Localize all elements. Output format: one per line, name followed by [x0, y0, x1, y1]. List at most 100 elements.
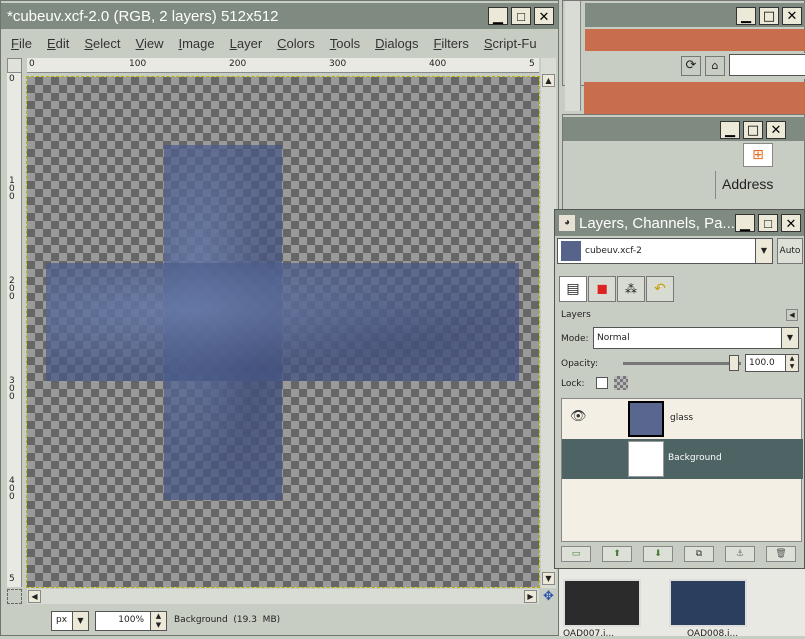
image-canvas[interactable]	[26, 76, 540, 588]
minimize-button[interactable]: ▁	[720, 121, 740, 139]
close-button[interactable]: ✕	[766, 121, 786, 139]
windows-logo-icon: ⊞	[743, 143, 773, 167]
raise-layer-button[interactable]: ⬆	[602, 546, 632, 562]
menu-select[interactable]: Select	[84, 36, 120, 51]
image-window: *cubeuv.xcf-2.0 (RGB, 2 layers) 512x512 …	[0, 0, 559, 636]
maximize-button[interactable]: □	[511, 7, 531, 25]
layer-row-background[interactable]: Background	[562, 439, 803, 479]
tab-channels[interactable]: ◼	[588, 276, 616, 302]
vertical-ruler[interactable]: 0 1 0 0 2 0 0 3 0 0 4 0 0 5	[7, 73, 22, 587]
background-window-2-titlebar: ▁ □ ✕	[563, 117, 805, 141]
ruler-h-label: 5	[529, 59, 535, 69]
layers-section-label: Layers	[561, 310, 591, 320]
close-button[interactable]: ✕	[534, 7, 554, 25]
ruler-h-label: 200	[229, 59, 247, 69]
minimize-button[interactable]: ▁	[736, 7, 756, 25]
new-layer-button[interactable]: ▭	[561, 546, 591, 562]
layers-dialog-titlebar: ◕ Layers, Channels, Pa... ▁ □ ✕	[555, 210, 804, 236]
background-window-1: ▁ □ ✕ ⟳ ⌂	[562, 0, 805, 111]
menu-filters[interactable]: Filters	[433, 36, 468, 51]
opacity-value: 100.0	[749, 358, 775, 368]
thumbnail-1-label: OAD007.i...	[563, 629, 615, 639]
chevron-down-icon: ▼	[72, 612, 88, 630]
unit-select[interactable]: px ▼	[51, 611, 89, 631]
close-button[interactable]: ✕	[781, 214, 801, 232]
zoom-field[interactable]: 100% ▲ ▼	[95, 611, 167, 631]
opacity-spin-button[interactable]: ▲ ▼	[785, 355, 798, 371]
background-window-1-scrollbar[interactable]	[565, 1, 581, 111]
address-input[interactable]	[729, 54, 805, 76]
ruler-v-label: 3 0 0	[9, 376, 15, 402]
menu-script-fu[interactable]: Script-Fu	[484, 36, 537, 51]
minimize-button[interactable]: ▁	[488, 7, 508, 25]
lock-alpha-checkbox[interactable]	[596, 377, 608, 389]
background-window-1-content	[585, 29, 805, 51]
gimp-icon: ◕	[559, 215, 575, 231]
layers-list: 👁 glass Background	[561, 398, 803, 542]
mode-label: Mode:	[561, 334, 589, 344]
layers-dialog-title: Layers, Channels, Pa...	[579, 214, 735, 232]
ruler-v-label: 4 0 0	[9, 476, 15, 502]
ruler-v-label: 1 0 0	[9, 176, 15, 202]
auto-button[interactable]: Auto	[777, 238, 803, 264]
layers-dialog: ◕ Layers, Channels, Pa... ▁ □ ✕ cubeuv.x…	[554, 209, 805, 569]
tab-undo[interactable]: ↶	[646, 276, 674, 302]
background-window-1-titlebar: ▁ □ ✕	[585, 3, 805, 27]
anchor-layer-button[interactable]: ⚓	[725, 546, 755, 562]
scroll-right-arrow[interactable]: ▶	[524, 590, 537, 603]
maximize-button[interactable]: □	[758, 214, 778, 232]
close-button[interactable]: ✕	[782, 7, 802, 25]
maximize-button[interactable]: □	[743, 121, 763, 139]
menubar: File Edit Select View Image Layer Colors…	[1, 31, 558, 55]
address-label: Address	[715, 171, 791, 199]
lock-label: Lock:	[561, 379, 585, 389]
scroll-up-arrow[interactable]: ▲	[542, 74, 555, 87]
home-icon[interactable]: ⌂	[705, 56, 725, 76]
ruler-h-label: 0	[29, 59, 35, 69]
menu-layer[interactable]: Layer	[230, 36, 263, 51]
image-menu-value: cubeuv.xcf-2	[585, 246, 642, 256]
menu-view[interactable]: View	[136, 36, 164, 51]
scroll-left-arrow[interactable]: ◀	[28, 590, 41, 603]
duplicate-layer-button[interactable]: ⧉	[684, 546, 714, 562]
image-window-titlebar: *cubeuv.xcf-2.0 (RGB, 2 layers) 512x512 …	[1, 3, 558, 29]
menu-colors[interactable]: Colors	[277, 36, 315, 51]
quickmask-toggle-icon[interactable]	[7, 589, 22, 604]
tab-layers[interactable]: ▤	[559, 276, 587, 302]
eye-icon[interactable]: 👁	[570, 409, 587, 424]
mode-value: Normal	[597, 333, 630, 343]
opacity-slider-handle[interactable]	[729, 355, 739, 371]
image-menu[interactable]: cubeuv.xcf-2 ▼	[557, 238, 773, 264]
zoom-spin-button[interactable]: ▲ ▼	[150, 612, 166, 630]
layer-thumbnail	[628, 401, 664, 437]
opacity-slider[interactable]	[623, 355, 741, 371]
opacity-label: Opacity:	[561, 359, 598, 369]
maximize-button[interactable]: □	[759, 7, 779, 25]
menu-edit[interactable]: Edit	[47, 36, 69, 51]
layer-row-glass[interactable]: 👁 glass	[562, 399, 803, 439]
navigate-icon[interactable]: ✥	[541, 589, 556, 604]
glass-cross-horizontal	[46, 263, 519, 381]
delete-layer-button[interactable]: 🗑	[766, 546, 796, 562]
horizontal-ruler[interactable]: 0 100 200 300 400 5	[27, 58, 539, 73]
panel-menu-arrow[interactable]: ◀	[786, 309, 798, 321]
scroll-down-arrow[interactable]: ▼	[542, 572, 555, 585]
checker-icon	[614, 376, 628, 390]
menu-arrow-button[interactable]	[7, 58, 22, 73]
minimize-button[interactable]: ▁	[735, 214, 755, 232]
refresh-icon[interactable]: ⟳	[681, 56, 701, 76]
tab-paths[interactable]: ⁂	[617, 276, 645, 302]
lower-layer-button[interactable]: ⬇	[643, 546, 673, 562]
statusbar: px ▼ 100% ▲ ▼ Background (19.3 MB)	[1, 607, 558, 635]
thumbnail-1[interactable]	[563, 579, 641, 627]
chevron-down-icon: ▼	[755, 239, 772, 263]
menu-image[interactable]: Image	[178, 36, 214, 51]
menu-file[interactable]: File	[11, 36, 32, 51]
opacity-field[interactable]: 100.0 ▲ ▼	[745, 354, 799, 372]
menu-dialogs[interactable]: Dialogs	[375, 36, 418, 51]
layer-name: glass	[670, 413, 694, 423]
mode-select[interactable]: Normal ▼	[593, 327, 799, 349]
horizontal-scrollbar[interactable]: ◀ ▶	[27, 589, 539, 604]
menu-tools[interactable]: Tools	[330, 36, 360, 51]
thumbnail-2[interactable]	[669, 579, 747, 627]
